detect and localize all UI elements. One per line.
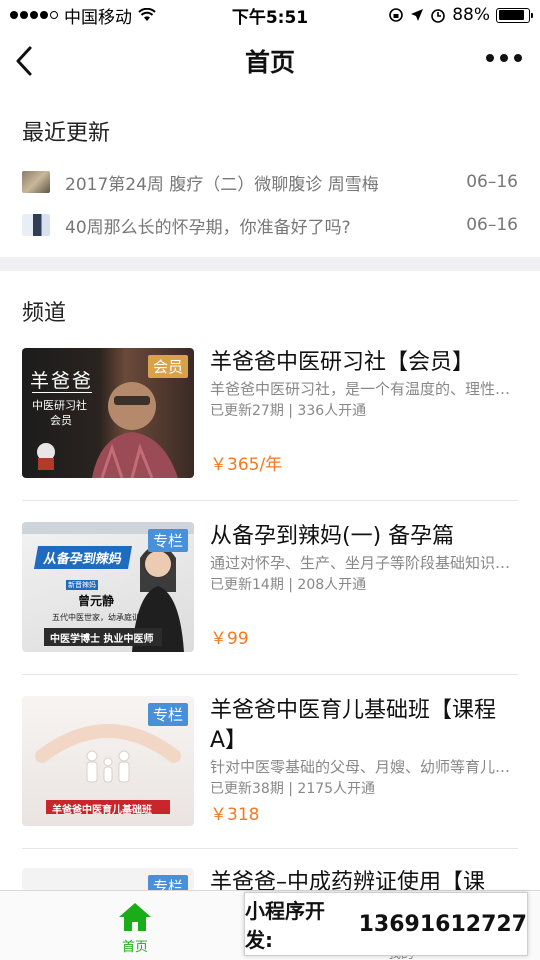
list-separator <box>22 500 518 501</box>
cover-text: 羊爸爸 <box>30 370 94 392</box>
column-badge: 专栏 <box>147 529 188 552</box>
channel-price: ￥365/年 <box>210 455 283 475</box>
battery-percent: 88% <box>452 5 490 25</box>
channel-description: 羊爸爸中医研习社，是一个有温度的、理性的… <box>210 380 518 398</box>
tab-home[interactable]: 首页 <box>105 901 165 955</box>
recent-update-item[interactable]: 2017第24周 腹疗（二）微聊腹诊 周雪梅 06–16 <box>22 167 518 197</box>
channel-title: 从备孕到辣妈(一) 备孕篇 <box>210 524 455 549</box>
home-icon <box>119 903 151 931</box>
battery-icon <box>496 7 533 23</box>
promo-label: 小程序开发: <box>245 899 325 952</box>
recent-update-item[interactable]: 40周那么长的怀孕期，你准备好了吗? 06–16 <box>22 210 518 240</box>
update-date: 06–16 <box>466 215 518 235</box>
status-bar: 中国移动 下午5:51 88% <box>0 0 540 30</box>
channel-title: 羊爸爸–中成药辨证使用【课 <box>210 870 486 890</box>
channel-card[interactable]: 从备孕到辣妈 新晋辣妈 曾元静 五代中医世家，幼承庭训 中医学博士 执业中医师 … <box>22 522 518 654</box>
channel-cover-image: 羊爸爸 中医研习社 会员 会员 <box>22 348 194 478</box>
column-badge: 专栏 <box>147 875 188 890</box>
tab-home-label: 首页 <box>121 940 148 955</box>
clock: 下午5:51 <box>231 7 309 28</box>
back-arrow-icon[interactable] <box>10 44 40 78</box>
channel-meta: 已更新27期 | 336人开通 <box>210 403 367 419</box>
column-badge: 专栏 <box>147 703 188 726</box>
channel-cover-image: 羊爸爸中医育儿基础班 专栏 <box>22 696 194 826</box>
cover-text: 中医学博士 执业中医师 <box>50 634 154 645</box>
channel-meta: 已更新38期 | 2175人开通 <box>210 781 376 797</box>
cover-text: 羊爸爸中医育儿基础班 <box>52 805 152 816</box>
wifi-icon <box>138 8 156 21</box>
location-icon <box>411 9 424 21</box>
channel-title: 羊爸爸中医育儿基础班【课程A】 <box>210 698 497 753</box>
channel-cover-image: 专栏 <box>22 868 194 890</box>
update-thumbnail <box>22 171 50 193</box>
update-title: 40周那么长的怀孕期，你准备好了吗? <box>65 217 351 238</box>
channels-heading: 频道 <box>22 301 67 326</box>
cover-text: 中医研习社 <box>32 399 87 412</box>
update-title: 2017第24周 腹疗（二）微聊腹诊 周雪梅 <box>65 174 379 195</box>
channel-card[interactable]: 专栏 羊爸爸–中成药辨证使用【课 <box>22 868 518 890</box>
navigation-bar: 首页 <box>0 30 540 92</box>
cover-text: 曾元静 <box>78 594 115 608</box>
cover-text: 从备孕到辣妈 <box>33 546 133 569</box>
cover-text: 新晋辣妈 <box>66 580 98 590</box>
channel-price: ￥99 <box>210 629 249 649</box>
cover-text: 会员 <box>50 414 72 427</box>
carrier-name: 中国移动 <box>64 7 132 28</box>
update-thumbnail <box>22 214 50 236</box>
member-badge: 会员 <box>147 355 188 378</box>
promo-phone: 13691612727 <box>358 911 527 937</box>
channel-cover-image: 从备孕到辣妈 新晋辣妈 曾元静 五代中医世家，幼承庭训 中医学博士 执业中医师 … <box>22 522 194 652</box>
section-divider <box>0 257 540 271</box>
channel-card[interactable]: 羊爸爸中医育儿基础班 专栏 羊爸爸中医育儿基础班【课程A】 针对中医零基础的父母… <box>22 696 518 828</box>
recent-updates-heading: 最近更新 <box>22 121 111 146</box>
list-separator <box>22 848 518 849</box>
update-date: 06–16 <box>466 172 518 192</box>
channel-price: ￥318 <box>210 805 260 825</box>
rotation-lock-icon <box>389 8 404 22</box>
promo-banner: 小程序开发: 13691612727 <box>244 892 528 956</box>
channel-meta: 已更新14期 | 208人开通 <box>210 577 367 593</box>
alarm-icon <box>431 9 446 23</box>
more-options-icon[interactable] <box>486 54 522 62</box>
channel-title: 羊爸爸中医研习社【会员】 <box>210 350 475 375</box>
list-separator <box>22 674 518 675</box>
channel-card[interactable]: 羊爸爸 中医研习社 会员 会员 羊爸爸中医研习社【会员】 羊爸爸中医研习社，是一… <box>22 348 518 480</box>
cover-text: 五代中医世家，幼承庭训 <box>52 613 140 622</box>
page-title: 首页 <box>244 48 295 77</box>
channel-description: 针对中医零基础的父母、月嫂、幼师等育儿人… <box>210 758 518 776</box>
channel-description: 通过对怀孕、生产、坐月子等阶段基础知识的… <box>210 554 518 572</box>
signal-strength-icon <box>10 11 58 19</box>
